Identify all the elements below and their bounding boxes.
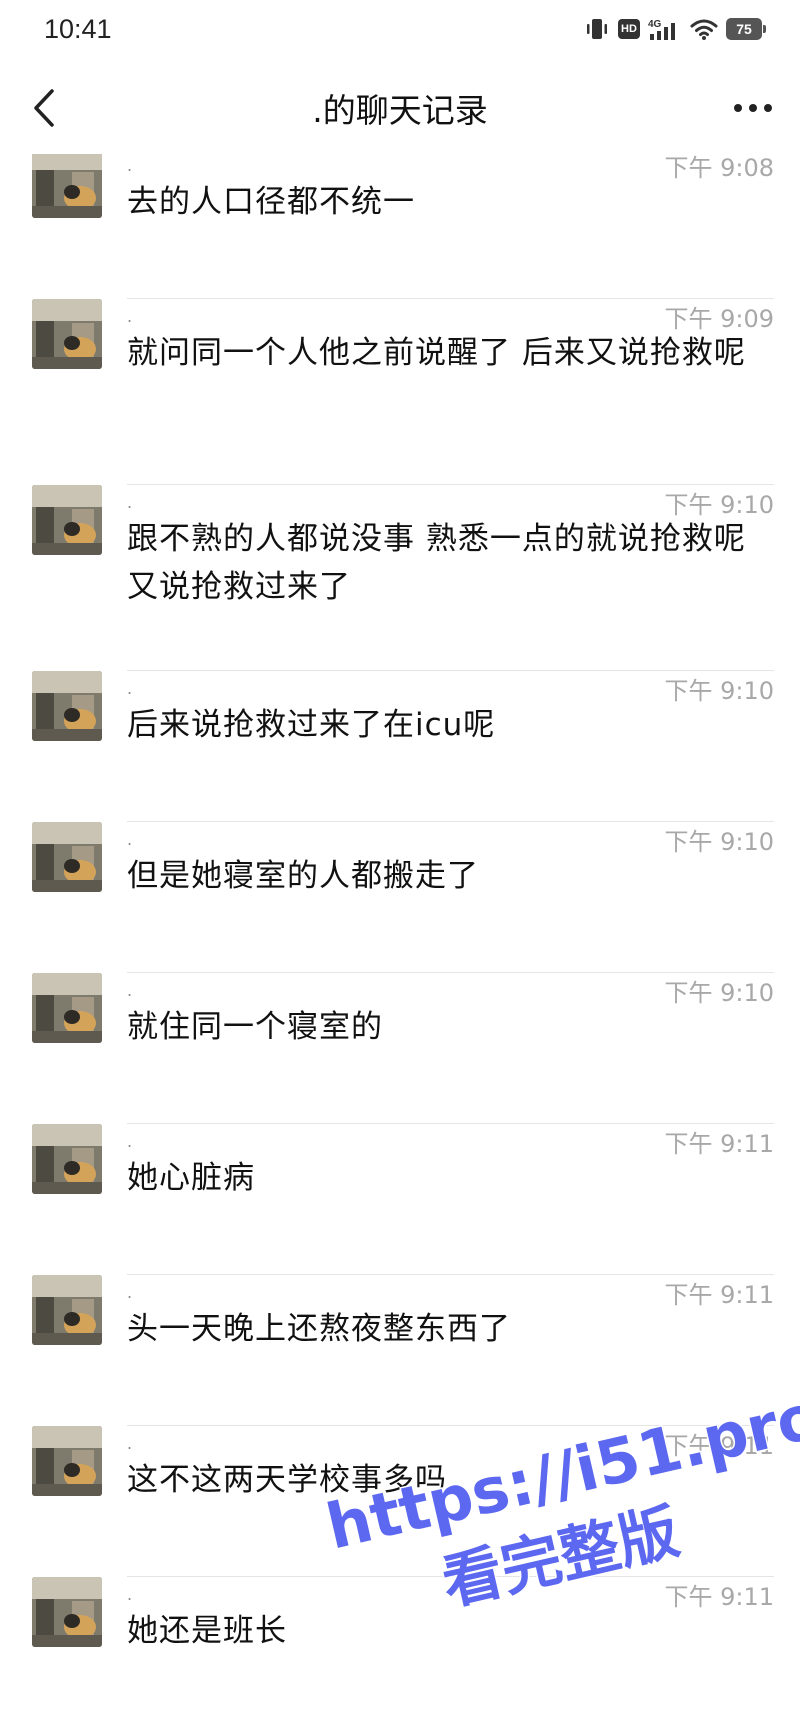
- avatar[interactable]: [32, 1426, 102, 1496]
- message-text: 头一天晚上还熬夜整东西了: [127, 1311, 511, 1347]
- message-item[interactable]: . 下午 9:09 就问同一个人他之前说醒了 后来又说抢救呢: [0, 299, 800, 485]
- page-title: .的聊天记录: [312, 91, 488, 130]
- avatar[interactable]: [32, 1577, 102, 1647]
- sender-name: .: [127, 1585, 133, 1604]
- chat-history-list[interactable]: . 下午 9:08 去的人口径都不统一 . 下午 9:09 就问同一个人他之前说…: [0, 154, 800, 1684]
- vibrate-icon: [587, 19, 607, 39]
- avatar[interactable]: [32, 1124, 102, 1194]
- avatar[interactable]: [32, 154, 102, 218]
- message-text: 后来说抢救过来了在icu呢: [127, 707, 496, 743]
- battery-level: 75: [726, 18, 762, 40]
- wifi-icon: [690, 19, 718, 40]
- message-item[interactable]: . 下午 9:11 她心脏病: [0, 1124, 800, 1275]
- nav-bar: .的聊天记录: [0, 62, 800, 154]
- status-bar: 10:41 HD 4G 75: [0, 0, 800, 62]
- status-icons: HD 4G 75: [584, 16, 766, 42]
- status-time: 10:41: [44, 14, 112, 44]
- sender-name: .: [127, 156, 133, 175]
- message-item[interactable]: . 下午 9:08 去的人口径都不统一: [0, 154, 800, 299]
- message-text: 去的人口径都不统一: [127, 184, 415, 220]
- sender-name: .: [127, 493, 133, 512]
- message-item[interactable]: . 下午 9:11 这不这两天学校事多吗: [0, 1426, 800, 1577]
- message-text: 这不这两天学校事多吗: [127, 1462, 447, 1498]
- network-label: 4G: [648, 19, 662, 30]
- message-item[interactable]: . 下午 9:10 后来说抢救过来了在icu呢: [0, 671, 800, 822]
- avatar[interactable]: [32, 1275, 102, 1345]
- message-text: 她心脏病: [127, 1160, 255, 1196]
- avatar[interactable]: [32, 485, 102, 555]
- message-text: 她还是班长: [127, 1613, 287, 1649]
- avatar[interactable]: [32, 973, 102, 1043]
- avatar[interactable]: [32, 299, 102, 369]
- sender-name: .: [127, 830, 133, 849]
- sender-name: .: [127, 1434, 133, 1453]
- sender-name: .: [127, 1283, 133, 1302]
- message-item[interactable]: . 下午 9:10 但是她寝室的人都搬走了: [0, 822, 800, 973]
- sender-name: .: [127, 307, 133, 326]
- hd-icon: HD: [618, 19, 640, 39]
- more-button[interactable]: [728, 86, 778, 130]
- message-item[interactable]: . 下午 9:11 她还是班长: [0, 1577, 800, 1684]
- message-item[interactable]: . 下午 9:10 跟不熟的人都说没事 熟悉一点的就说抢救呢又说抢救过来了: [0, 485, 800, 671]
- message-text: 但是她寝室的人都搬走了: [127, 858, 479, 894]
- message-text: 跟不熟的人都说没事 熟悉一点的就说抢救呢又说抢救过来了: [127, 521, 746, 605]
- sender-name: .: [127, 1132, 133, 1151]
- sender-name: .: [127, 679, 133, 698]
- signal-icon: 4G: [648, 19, 675, 40]
- sender-name: .: [127, 981, 133, 1000]
- avatar[interactable]: [32, 671, 102, 741]
- more-icon: [734, 104, 772, 112]
- message-item[interactable]: . 下午 9:11 头一天晚上还熬夜整东西了: [0, 1275, 800, 1426]
- message-text: 就住同一个寝室的: [127, 1009, 383, 1045]
- avatar[interactable]: [32, 822, 102, 892]
- message-text: 就问同一个人他之前说醒了 后来又说抢救呢: [127, 335, 746, 371]
- message-item[interactable]: . 下午 9:10 就住同一个寝室的: [0, 973, 800, 1124]
- battery-icon: 75: [726, 18, 766, 40]
